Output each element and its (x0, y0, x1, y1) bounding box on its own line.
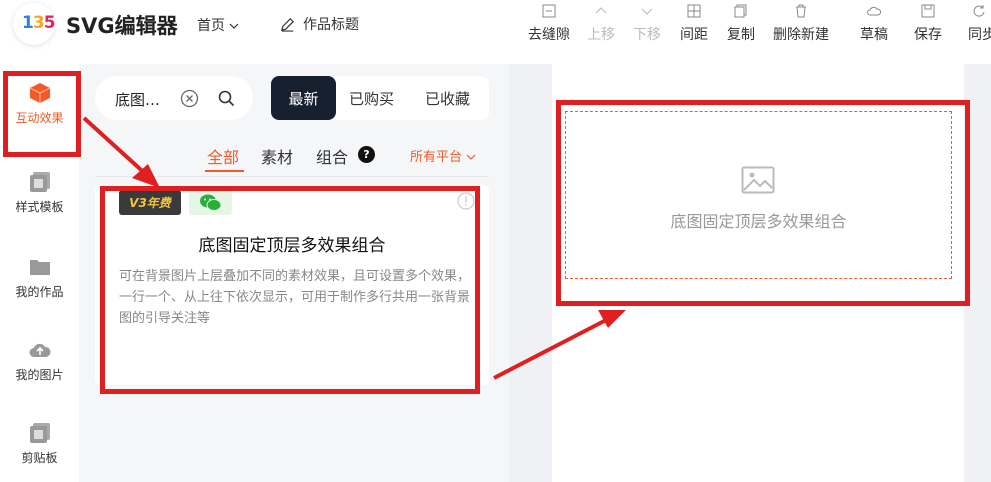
annotation-arrows (82, 116, 626, 380)
annotation-arrow-1 (82, 116, 152, 180)
annotation-arrowhead-2 (598, 310, 626, 328)
annotation-arrow-2 (493, 316, 611, 380)
